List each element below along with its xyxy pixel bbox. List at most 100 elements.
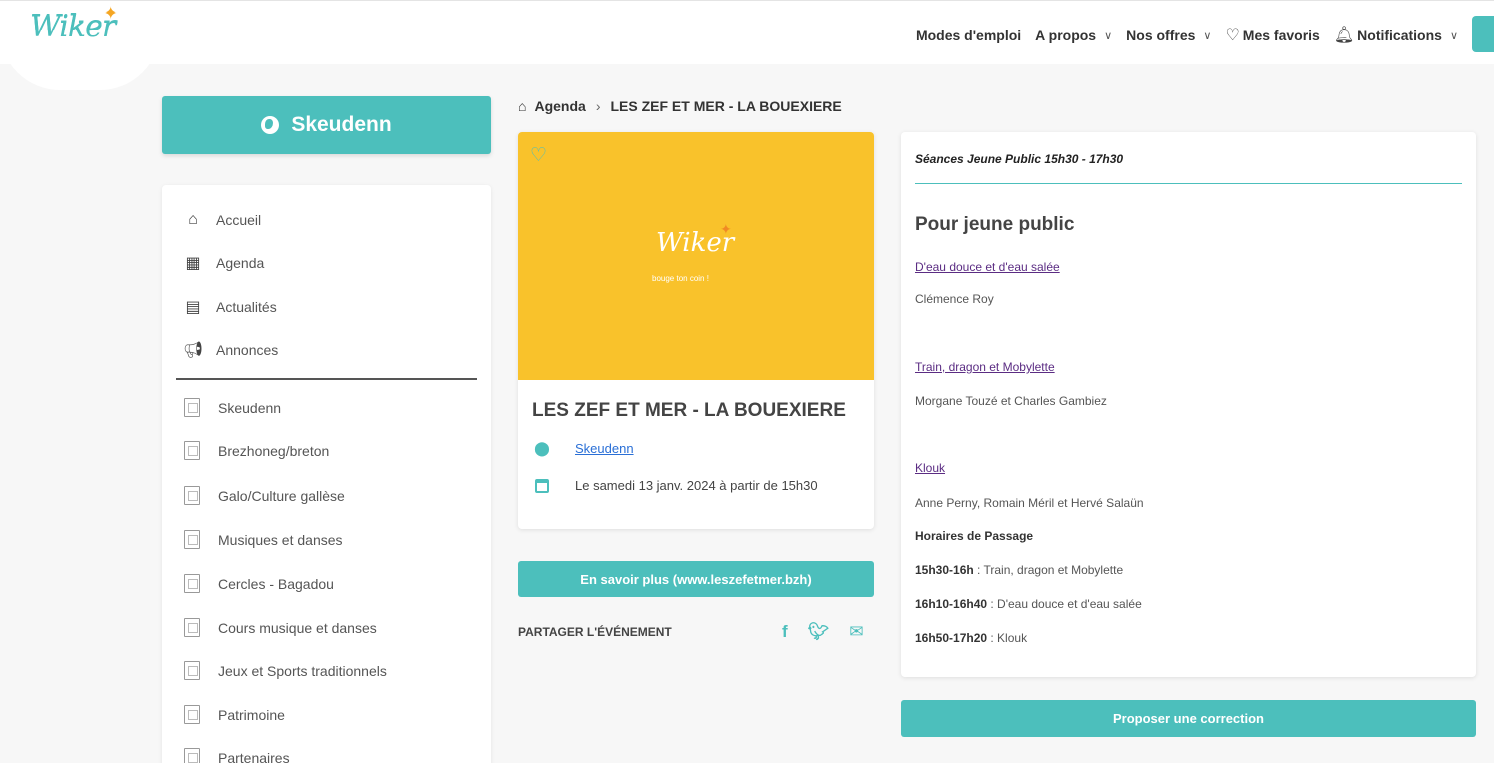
show-link[interactable]: Train, dragon et Mobylette (915, 360, 1055, 374)
image-placeholder-icon (184, 748, 200, 763)
schedule-row: 16h10-16h40 : D'eau douce et d'eau salée (915, 597, 1142, 611)
megaphone-icon: 📢︎ (182, 342, 204, 359)
breadcrumb-agenda-link[interactable]: Agenda (534, 98, 585, 114)
location-pin-icon: ⬤ (534, 440, 550, 456)
image-placeholder-icon (184, 486, 200, 505)
sidebar-item-label: Brezhoneg/breton (218, 442, 330, 459)
sidebar-item-cours[interactable]: Cours musique et danses (184, 618, 377, 637)
email-icon[interactable]: ✉ (849, 622, 863, 642)
sidebar-item-label: Cours musique et danses (218, 619, 377, 636)
sidebar-item-label: Accueil (216, 212, 262, 228)
nav-label: A propos (1035, 27, 1097, 43)
globe-icon (261, 116, 280, 134)
nav-mes-favoris[interactable]: ♡ Mes favoris (1225, 25, 1319, 45)
city-selector-button[interactable]: Skeudenn (162, 96, 491, 154)
nav-nos-offres[interactable]: Nos offres ∨ (1126, 27, 1211, 43)
bell-icon: 🔔︎ (1333, 27, 1355, 44)
sidebar-item-label: Agenda (216, 255, 265, 271)
nav-label: Notifications (1357, 27, 1442, 43)
description-divider (915, 183, 1462, 184)
event-location: ⬤ Skeudenn (532, 440, 634, 457)
description-header: Séances Jeune Public 15h30 - 17h30 (915, 152, 1124, 166)
nav-notifications[interactable]: 🔔︎ Notifications ∨ (1334, 25, 1458, 45)
breadcrumb-current: LES ZEF ET MER - LA BOUEXIERE (610, 98, 842, 114)
favorite-heart-icon[interactable]: ♡ (530, 144, 547, 167)
share-label: PARTAGER L'ÉVÉNEMENT (518, 625, 672, 639)
sidebar-item-galo[interactable]: Galo/Culture gallèse (184, 486, 345, 505)
image-placeholder-icon (184, 705, 200, 724)
description-heading: Pour jeune public (915, 214, 1075, 235)
show-link[interactable]: Klouk (915, 461, 945, 475)
event-title: LES ZEF ET MER - LA BOUEXIERE (532, 400, 846, 421)
image-tagline: bouge ton coin ! (652, 274, 709, 283)
more-info-button[interactable]: En savoir plus (www.leszefetmer.bzh) (518, 561, 874, 597)
event-location-link[interactable]: Skeudenn (575, 441, 634, 456)
logo-spark-icon: ✦ (104, 3, 117, 22)
breadcrumb: ⌂ Agenda › LES ZEF ET MER - LA BOUEXIERE (518, 98, 842, 114)
nav-modes-emploi[interactable]: Modes d'emploi (916, 27, 1021, 43)
nav-a-propos[interactable]: A propos ∨ (1035, 27, 1112, 43)
image-placeholder-icon (184, 398, 200, 417)
sidebar-item-label: Skeudenn (218, 399, 282, 416)
calendar-icon (532, 478, 552, 493)
event-card: ♡ Wiker ✦ bouge ton coin ! LES ZEF ET MER… (518, 132, 874, 529)
sidebar-item-label: Partenaires (218, 749, 290, 763)
news-icon: ▤ (185, 299, 201, 316)
event-image: ♡ Wiker ✦ bouge ton coin ! (518, 132, 874, 380)
show-title: D'eau douce et d'eau salée (915, 260, 1060, 274)
heart-icon: ♡ (1225, 27, 1240, 44)
sidebar-item-actualites[interactable]: ▤ Actualités (184, 298, 277, 316)
event-image-logo: Wiker ✦ (656, 222, 734, 258)
event-date-text: Le samedi 13 janv. 2024 à partir de 15h3… (575, 478, 818, 493)
nav-label: Mes favoris (1242, 27, 1320, 43)
twitter-icon[interactable]: 🐦︎ (808, 622, 830, 642)
sidebar-item-patrimoine[interactable]: Patrimoine (184, 705, 285, 724)
sidebar-item-musiques[interactable]: Musiques et danses (184, 530, 343, 549)
propose-correction-button[interactable]: Proposer une correction (901, 700, 1476, 737)
event-date: Le samedi 13 janv. 2024 à partir de 15h3… (532, 478, 818, 493)
schedule-heading: Horaires de Passage (915, 529, 1034, 543)
calendar-icon: ▦ (185, 255, 201, 272)
sidebar-item-accueil[interactable]: ⌂ Accueil (184, 211, 261, 229)
sidebar-item-brezhoneg[interactable]: Brezhoneg/breton (184, 441, 329, 460)
sidebar-item-label: Cercles - Bagadou (218, 575, 334, 592)
sidebar-item-annonces[interactable]: 📢︎ Annonces (182, 341, 279, 359)
show-title: Train, dragon et Mobylette (915, 360, 1055, 374)
sidebar-item-cercles[interactable]: Cercles - Bagadou (184, 574, 334, 593)
sidebar-item-label: Jeux et Sports traditionnels (218, 662, 387, 679)
show-artists: Clémence Roy (915, 292, 994, 306)
sidebar-item-label: Patrimoine (218, 706, 285, 723)
city-name: Skeudenn (291, 113, 392, 136)
top-navigation-bar: Wiker ✦ Modes d'emploi A propos ∨ Nos offr… (0, 0, 1494, 64)
home-icon: ⌂ (188, 211, 198, 228)
correction-label: Proposer une correction (1113, 711, 1264, 726)
image-placeholder-icon (184, 530, 200, 549)
sidebar-item-partenaires[interactable]: Partenaires (184, 748, 290, 763)
schedule-row: 15h30-16h : Train, dragon et Mobylette (915, 563, 1124, 577)
sidebar-item-jeux[interactable]: Jeux et Sports traditionnels (184, 661, 387, 680)
show-link[interactable]: D'eau douce et d'eau salée (915, 260, 1060, 274)
event-description-card: Séances Jeune Public 15h30 - 17h30 Pour … (901, 132, 1476, 677)
sidebar-item-label: Musiques et danses (218, 531, 343, 548)
image-placeholder-icon (184, 661, 200, 680)
sidebar-item-agenda[interactable]: ▦ Agenda (184, 254, 264, 272)
chevron-down-icon: ∨ (1104, 29, 1113, 42)
nav-label: Nos offres (1126, 27, 1196, 43)
show-title: Klouk (915, 461, 945, 475)
facebook-icon[interactable]: f (782, 622, 788, 642)
sidebar-item-label: Annonces (216, 342, 279, 358)
more-info-label: En savoir plus (www.leszefetmer.bzh) (580, 571, 812, 587)
chevron-down-icon: ∨ (1203, 29, 1212, 42)
schedule-row: 16h50-17h20 : Klouk (915, 631, 1028, 645)
logo-text: Wiker (30, 9, 116, 44)
home-icon[interactable]: ⌂ (518, 98, 526, 114)
site-logo-overlay[interactable]: Wiker ✦ (30, 3, 117, 44)
sidebar-item-skeudenn[interactable]: Skeudenn (184, 398, 281, 417)
logo-spark-icon: ✦ (720, 222, 732, 238)
image-placeholder-icon (184, 574, 200, 593)
nav-label: Modes d'emploi (915, 27, 1022, 43)
header-action-button[interactable] (1472, 16, 1494, 52)
sidebar-item-label: Actualités (216, 299, 277, 315)
show-artists: Morgane Touzé et Charles Gambiez (915, 394, 1107, 408)
chevron-down-icon: ∨ (1449, 29, 1458, 42)
